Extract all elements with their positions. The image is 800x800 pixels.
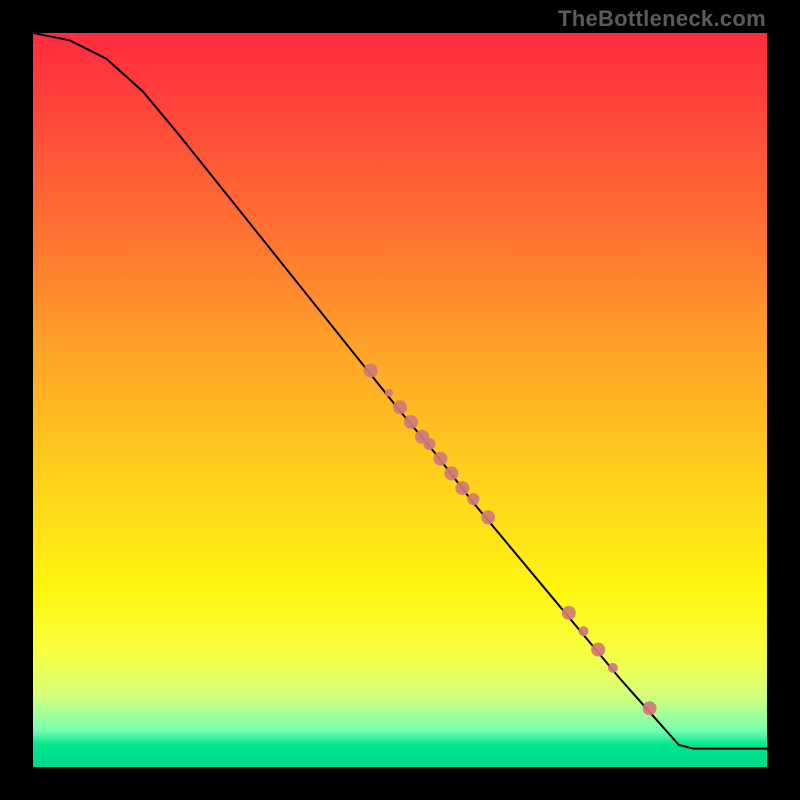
data-point — [404, 415, 418, 429]
plot-area — [33, 33, 767, 767]
chart-container: TheBottleneck.com — [0, 0, 800, 800]
data-point — [608, 663, 618, 673]
data-point — [393, 400, 407, 414]
data-point — [467, 493, 479, 505]
performance-curve — [33, 33, 767, 749]
data-point — [455, 481, 469, 495]
data-point — [591, 643, 605, 657]
data-point — [433, 452, 447, 466]
data-point — [423, 438, 435, 450]
data-point — [562, 606, 576, 620]
data-point — [579, 626, 589, 636]
data-point — [481, 510, 495, 524]
watermark-text: TheBottleneck.com — [558, 6, 766, 32]
data-point — [364, 364, 378, 378]
data-point — [643, 701, 657, 715]
data-point — [444, 466, 458, 480]
curve-overlay — [33, 33, 767, 767]
data-point — [385, 389, 393, 397]
